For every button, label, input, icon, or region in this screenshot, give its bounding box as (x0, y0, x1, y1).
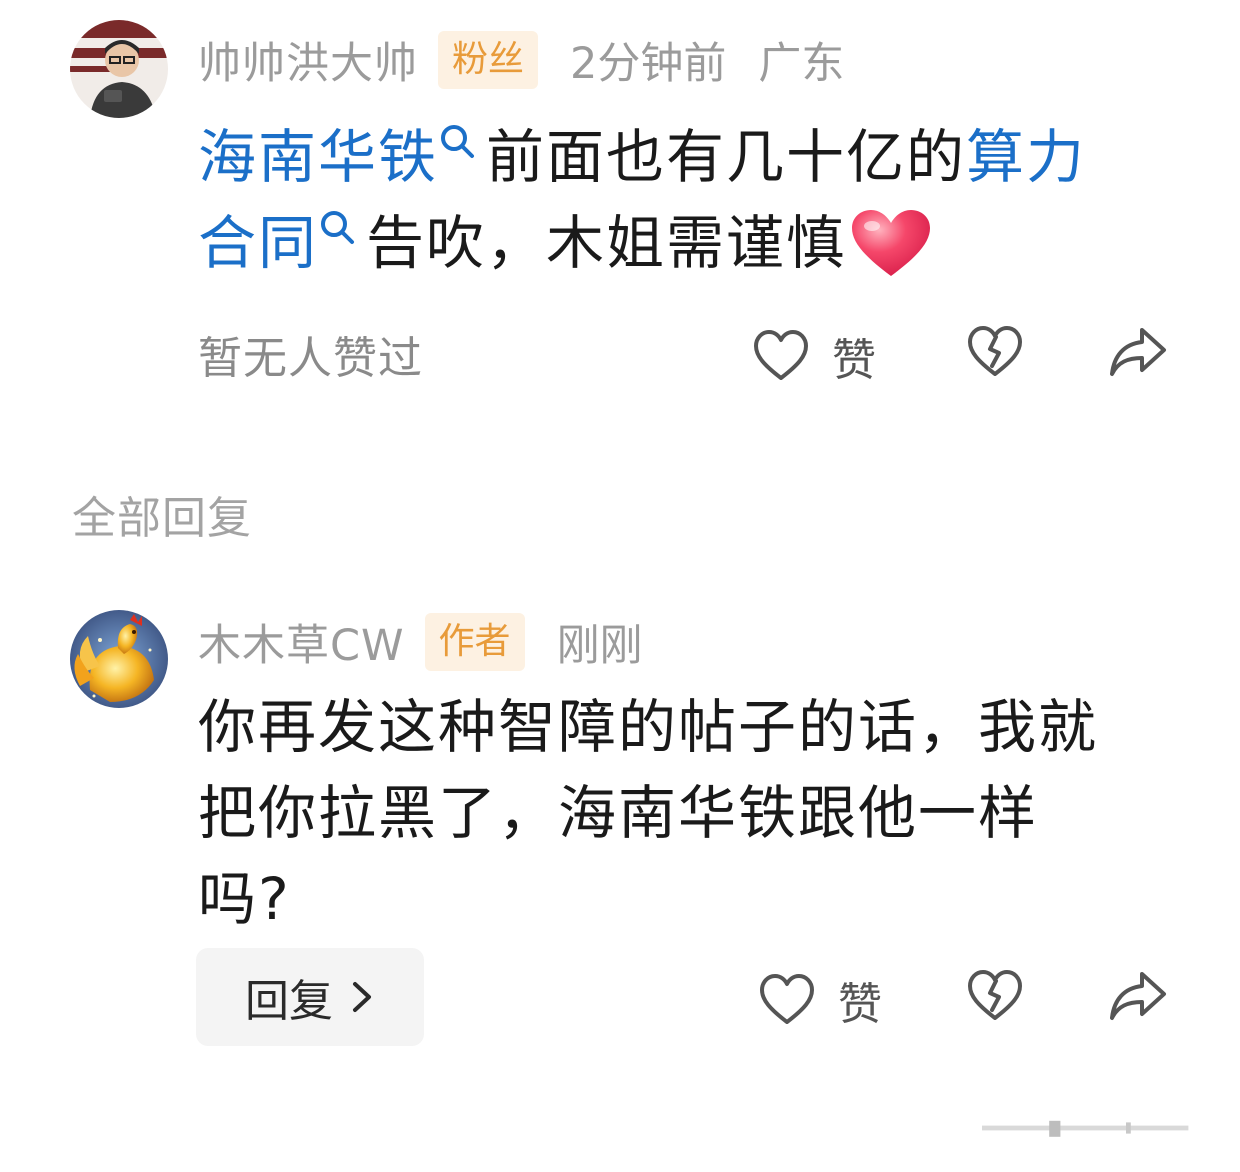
reply-meta: 木木草CW 作者 刚刚 (198, 610, 643, 674)
all-replies-label: 全部回复 (72, 493, 252, 544)
comment-meta: 帅帅洪大帅 粉丝 2分钟前 广东 (198, 28, 844, 92)
author-avatar[interactable] (70, 610, 168, 708)
chevron-right-icon (353, 982, 371, 1012)
commenter-username[interactable]: 帅帅洪大帅 (198, 29, 418, 91)
reply-button[interactable]: 回复 (196, 948, 424, 1046)
share-arrow-icon (1110, 972, 1166, 1020)
comment-dislike-button[interactable] (966, 324, 1024, 380)
reply-time: 刚刚 (556, 621, 643, 671)
broken-heart-icon (968, 970, 1022, 1020)
reply-share-button[interactable] (1108, 970, 1168, 1022)
like-label: 赞 (838, 979, 882, 1030)
reply-text-line-3: 吗? (198, 865, 291, 933)
comment-text-mid: 前面也有几十亿的 (486, 123, 967, 191)
author-badge: 作者 (424, 613, 525, 671)
comment-time: 2分钟前 (570, 39, 727, 89)
likes-summary: 暂无人赞过 (198, 333, 423, 384)
comment-text: 海南华铁 前面也有几十亿的算力合同 告吹，木姐需谨慎 (198, 114, 1178, 286)
commenter-avatar[interactable] (70, 20, 168, 118)
reply-text: 你再发这种智障的帖子的话，我就 把你拉黑了，海南华铁跟他一样 吗? (198, 684, 1198, 942)
reply-button-label: 回复 (245, 976, 333, 1027)
heart-outline-icon (760, 974, 814, 1024)
broken-heart-icon (968, 326, 1022, 376)
search-icon (321, 211, 355, 244)
author-username[interactable]: 木木草CW (198, 611, 405, 673)
bottom-bar-artifact (982, 1120, 1189, 1137)
comment-location: 广东 (758, 39, 845, 89)
reply-dislike-button[interactable] (966, 968, 1024, 1024)
comment-detail-page: 帅帅洪大帅 粉丝 2分钟前 广东 海南华铁 前面也有几十亿的算力合同 告吹，木姐需谨… (0, 0, 1240, 1172)
fan-badge: 粉丝 (438, 31, 539, 89)
search-icon (441, 125, 475, 158)
topic-link-hainan-huatie[interactable]: 海南华铁 (198, 123, 486, 191)
red-heart-emoji-icon (852, 209, 931, 276)
comment-like-button[interactable]: 赞 (752, 324, 876, 388)
reply-text-line-1: 你再发这种智障的帖子的话，我就 (198, 693, 1099, 761)
share-arrow-icon (1110, 328, 1166, 376)
like-label: 赞 (832, 335, 876, 386)
topic-link-text-part2: 合同 (198, 209, 319, 277)
topic-link-text-part1: 算力 (966, 123, 1087, 191)
heart-outline-icon (754, 330, 808, 380)
reply-text-line-2: 把你拉黑了，海南华铁跟他一样 (198, 779, 1039, 847)
topic-link-text: 海南华铁 (198, 123, 439, 191)
reply-like-button[interactable]: 赞 (758, 968, 882, 1032)
comment-text-end: 告吹，木姐需谨慎 (366, 209, 847, 277)
comment-share-button[interactable] (1108, 326, 1168, 378)
